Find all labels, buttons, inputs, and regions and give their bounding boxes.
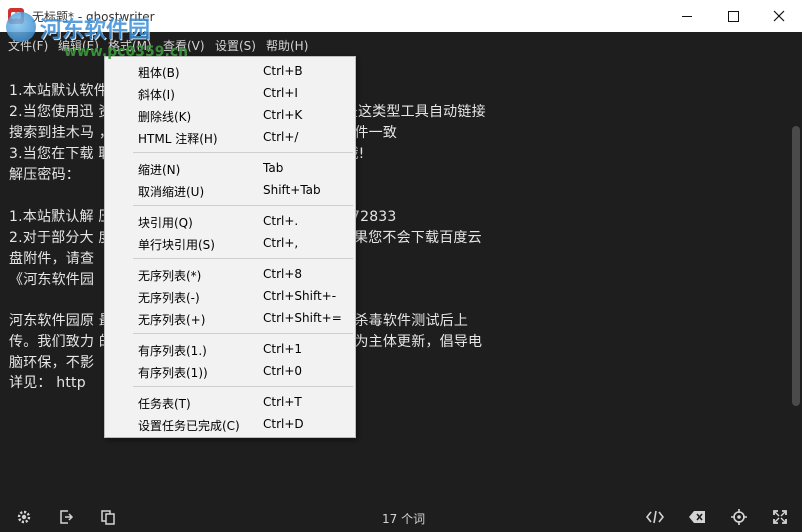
menu-item-label: 单行块引用(S) — [138, 238, 215, 252]
menu-separator — [133, 333, 353, 334]
menu-item-shortcut: Ctrl+K — [263, 108, 303, 122]
ghostwriter-app-icon — [8, 8, 24, 24]
minimize-button[interactable] — [664, 0, 710, 32]
target-icon[interactable] — [731, 509, 747, 525]
menu-item-task-list[interactable]: 任务表(T) Ctrl+T — [105, 391, 355, 413]
menu-item-label: 无序列表(*) — [138, 269, 202, 283]
menu-item-label: 块引用(Q) — [138, 216, 193, 230]
menu-file[interactable]: 文件(F) — [8, 37, 48, 54]
menu-item-label: 斜体(I) — [138, 88, 175, 102]
editor-line: 脑环保，不影 — [9, 355, 95, 371]
menu-item-bullet-list-minus[interactable]: 无序列表(-) Ctrl+Shift+- — [105, 285, 355, 307]
menu-item-shortcut: Shift+Tab — [263, 183, 321, 197]
menu-help[interactable]: 帮助(H) — [266, 37, 308, 54]
menu-item-unindent[interactable]: 取消缩进(U) Shift+Tab — [105, 179, 355, 201]
menu-item-shortcut: Ctrl+T — [263, 395, 302, 409]
menu-item-label: 粗体(B) — [138, 66, 180, 80]
menu-separator — [133, 258, 353, 259]
menu-item-label: HTML 注释(H) — [138, 132, 218, 146]
export-icon[interactable] — [58, 509, 74, 525]
menu-item-shortcut: Ctrl+D — [263, 417, 304, 431]
menu-item-toggle-task-complete[interactable]: 设置任务已完成(C) Ctrl+D — [105, 413, 355, 435]
window-title: 无标题* - ghostwriter — [32, 10, 155, 24]
close-button[interactable] — [756, 0, 802, 32]
menu-item-shortcut: Ctrl+1 — [263, 342, 303, 356]
menu-item-shortcut: Ctrl+0 — [263, 364, 303, 378]
menu-item-label: 任务表(T) — [138, 397, 191, 411]
menu-item-blockquote[interactable]: 块引用(Q) Ctrl+. — [105, 210, 355, 232]
menu-view[interactable]: 查看(V) — [163, 37, 205, 54]
maximize-icon — [727, 10, 739, 22]
menu-item-italic[interactable]: 斜体(I) Ctrl+I — [105, 82, 355, 104]
menu-item-shortcut: Ctrl+B — [263, 64, 303, 78]
minimize-icon — [682, 15, 692, 17]
menu-edit[interactable]: 编辑(E) — [58, 37, 99, 54]
menu-separator — [133, 205, 353, 206]
close-icon — [773, 10, 785, 22]
menu-item-shortcut: Ctrl+Shift+= — [263, 311, 342, 325]
menu-item-indent[interactable]: 缩进(N) Tab — [105, 157, 355, 179]
menu-item-shortcut: Ctrl+I — [263, 86, 298, 100]
menu-item-shortcut: Ctrl+8 — [263, 267, 303, 281]
menu-item-numbered-list-paren[interactable]: 有序列表(1)) Ctrl+0 — [105, 360, 355, 382]
scrollbar-thumb[interactable] — [792, 126, 800, 406]
menu-item-shortcut: Tab — [263, 161, 284, 175]
format-context-menu: 粗体(B) Ctrl+B 斜体(I) Ctrl+I 删除线(K) Ctrl+K … — [104, 56, 356, 438]
editor-line: 解压密码： — [9, 167, 80, 183]
menu-item-bullet-list-plus[interactable]: 无序列表(+) Ctrl+Shift+= — [105, 307, 355, 329]
menu-item-label: 设置任务已完成(C) — [138, 419, 240, 433]
menu-item-label: 有序列表(1)) — [138, 366, 208, 380]
word-count: 17 个词 — [382, 512, 426, 526]
menu-separator — [133, 152, 353, 153]
menu-item-line-blockquote[interactable]: 单行块引用(S) Ctrl+, — [105, 232, 355, 254]
menu-item-label: 有序列表(1.) — [138, 344, 207, 358]
editor-scrollbar[interactable] — [790, 56, 802, 502]
menu-item-label: 无序列表(+) — [138, 313, 206, 327]
backspace-icon[interactable] — [688, 509, 705, 525]
menu-item-shortcut: Ctrl+Shift+- — [263, 289, 337, 303]
gear-icon[interactable] — [16, 509, 32, 525]
menu-item-label: 无序列表(-) — [138, 291, 200, 305]
menu-format[interactable]: 格式(M) — [108, 37, 152, 54]
editor-line: 《河东软件园 — [9, 272, 95, 288]
menu-item-shortcut: Ctrl+. — [263, 214, 299, 228]
menu-item-label: 缩进(N) — [138, 163, 181, 177]
editor-line: 详见： http — [9, 375, 86, 391]
maximize-button[interactable] — [710, 0, 756, 32]
menu-item-shortcut: Ctrl+, — [263, 236, 299, 250]
fullscreen-icon[interactable] — [772, 509, 788, 525]
menu-settings[interactable]: 设置(S) — [215, 37, 256, 54]
menu-item-bullet-list-asterisk[interactable]: 无序列表(*) Ctrl+8 — [105, 263, 355, 285]
editor-line: 盘附件，请查 — [9, 251, 95, 267]
menu-item-numbered-list-period[interactable]: 有序列表(1.) Ctrl+1 — [105, 338, 355, 360]
menu-separator — [133, 386, 353, 387]
menu-item-html-comment[interactable]: HTML 注释(H) Ctrl+/ — [105, 126, 355, 148]
copy-icon[interactable] — [100, 509, 116, 525]
menu-item-label: 取消缩进(U) — [138, 185, 205, 199]
menu-item-strikethrough[interactable]: 删除线(K) Ctrl+K — [105, 104, 355, 126]
menu-item-bold[interactable]: 粗体(B) Ctrl+B — [105, 60, 355, 82]
status-bar: 17 个词 — [0, 502, 802, 532]
menu-bar: 文件(F) 编辑(E) 格式(M) 查看(V) 设置(S) 帮助(H) — [0, 32, 802, 56]
code-icon[interactable] — [645, 509, 665, 525]
menu-item-label: 删除线(K) — [138, 110, 192, 124]
menu-item-shortcut: Ctrl+/ — [263, 130, 299, 144]
title-bar: 无标题* - ghostwriter — [0, 0, 802, 32]
